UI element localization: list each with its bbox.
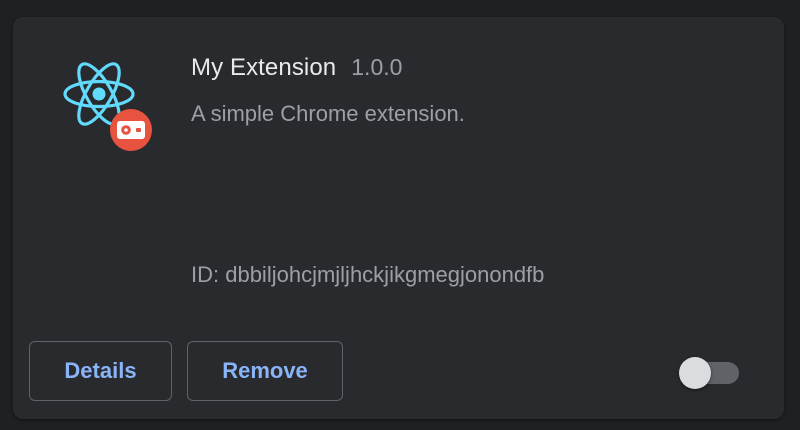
toggle-knob [679,357,711,389]
extension-name: My Extension [191,54,337,81]
extension-description: A simple Chrome extension. [191,101,465,126]
extension-id: ID: dbbiljohcjmjljhckjikgmegjonondfb [191,262,545,287]
details-button[interactable]: Details [29,341,172,401]
enable-toggle[interactable] [679,356,741,390]
extension-version: 1.0.0 [351,54,403,80]
react-atom-icon [63,62,152,151]
extension-icon [63,62,155,154]
remove-button[interactable]: Remove [187,341,343,401]
extension-card: My Extension 1.0.0 A simple Chrome exten… [13,17,784,419]
record-badge-icon [110,109,152,151]
extension-header: My Extension 1.0.0 [191,54,402,82]
